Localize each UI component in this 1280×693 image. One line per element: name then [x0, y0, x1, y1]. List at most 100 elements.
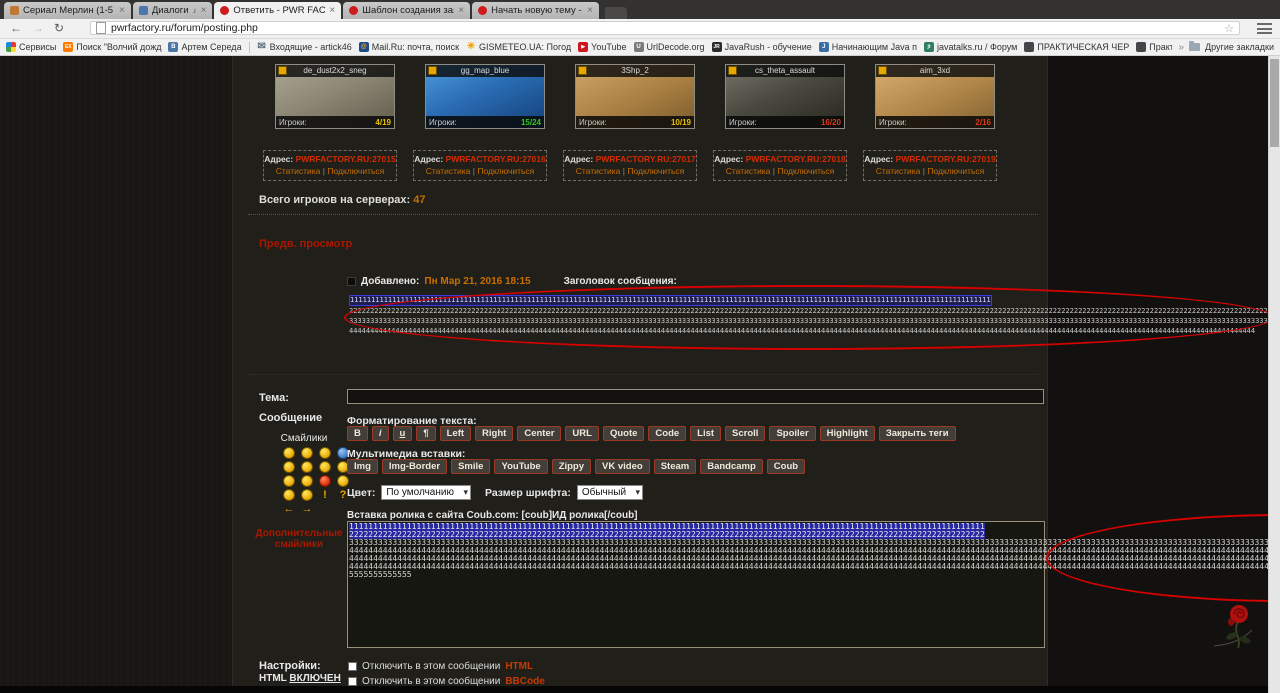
- url-text[interactable]: pwrfactory.ru/forum/posting.php: [111, 22, 1219, 34]
- format-button[interactable]: List: [690, 426, 721, 441]
- format-button[interactable]: URL: [565, 426, 599, 441]
- media-button[interactable]: Steam: [654, 459, 697, 474]
- tab-close-icon[interactable]: ×: [587, 6, 593, 16]
- server-links: Статистика | Подключиться: [564, 166, 696, 176]
- browser-tab[interactable]: Шаблон создания заявк×: [343, 2, 470, 19]
- topic-input[interactable]: [347, 389, 1044, 404]
- forward-icon[interactable]: →: [32, 21, 44, 35]
- disable-checkbox[interactable]: [348, 662, 357, 671]
- format-button[interactable]: ¶: [416, 426, 435, 441]
- stats-link[interactable]: Статистика: [576, 166, 621, 176]
- preview-line: 3333333333333333333333333333333333333333…: [349, 316, 1280, 326]
- format-button[interactable]: u: [393, 426, 413, 441]
- smiley-icon[interactable]: [283, 475, 295, 487]
- format-button[interactable]: Left: [440, 426, 471, 441]
- smiley-icon[interactable]: [319, 461, 331, 473]
- stats-link[interactable]: Статистика: [726, 166, 771, 176]
- media-button[interactable]: Img: [347, 459, 378, 474]
- smiley-icon[interactable]: [301, 447, 313, 459]
- bookmark-item[interactable]: @Mail.Ru: почта, поиск: [359, 42, 459, 52]
- format-button[interactable]: Highlight: [820, 426, 875, 441]
- browser-tab[interactable]: Ответить - PWR FACTOR×: [214, 2, 341, 19]
- browser-toolbar: ← → ↻ pwrfactory.ru/forum/posting.php ☆: [0, 19, 1280, 39]
- stats-link[interactable]: Статистика: [276, 166, 321, 176]
- smiley-icon[interactable]: [301, 489, 313, 501]
- bookmark-item[interactable]: Сервисы: [6, 42, 56, 52]
- smiley-arrow-right-icon[interactable]: →: [301, 503, 313, 515]
- connect-link[interactable]: Подключиться: [477, 166, 534, 176]
- bookmarks-overflow-icon[interactable]: »: [1178, 42, 1184, 53]
- browser-tab[interactable]: Диалоги♪×: [133, 2, 213, 19]
- media-button[interactable]: Img-Border: [382, 459, 447, 474]
- players-bar: Игроки:2/16: [876, 116, 994, 128]
- format-button[interactable]: Quote: [603, 426, 644, 441]
- bookmark-star-icon[interactable]: ☆: [1224, 22, 1234, 35]
- media-button[interactable]: VK video: [595, 459, 650, 474]
- format-button[interactable]: i: [372, 426, 389, 441]
- page-scrollbar[interactable]: [1268, 56, 1280, 693]
- bookmark-item[interactable]: ПРАКТИЧЕСКАЯ ЧЕР: [1024, 42, 1129, 52]
- browser-tab[interactable]: Начать новую тему - PW×: [472, 2, 599, 19]
- connect-link[interactable]: Подключиться: [327, 166, 384, 176]
- browser-tab[interactable]: Сериал Мерлин (1-5 сез×: [4, 2, 131, 19]
- tab-close-icon[interactable]: ×: [201, 6, 207, 16]
- bookmark-item[interactable]: BАртем Середа: [168, 42, 241, 52]
- smiley-icon[interactable]: [283, 461, 295, 473]
- menu-icon[interactable]: [1257, 23, 1272, 34]
- bookmark-item[interactable]: JRJavaRush - обучение: [712, 42, 812, 52]
- color-select[interactable]: По умолчанию: [381, 485, 471, 500]
- format-button[interactable]: Code: [648, 426, 686, 441]
- server-card: 3Shp_2Игроки:10/19: [575, 64, 695, 129]
- scrollbar-thumb[interactable]: [1270, 59, 1279, 147]
- more-smilies-link[interactable]: Дополнительные смайлики: [246, 528, 352, 550]
- back-icon[interactable]: ←: [10, 21, 22, 35]
- bookmark-item[interactable]: ЕХПоиск "Волчий дожд: [63, 42, 161, 52]
- address-bar[interactable]: pwrfactory.ru/forum/posting.php ☆: [90, 21, 1240, 35]
- bookmark-item[interactable]: UUrlDecode.org: [634, 42, 705, 52]
- checkbox-tag: HTML: [505, 661, 533, 672]
- smiley-icon[interactable]: [319, 475, 331, 487]
- bookmark-item[interactable]: jtjavatalks.ru / Форум: [924, 42, 1017, 52]
- format-button[interactable]: Spoiler: [769, 426, 815, 441]
- connect-link[interactable]: Подключиться: [627, 166, 684, 176]
- disable-checkbox[interactable]: [348, 677, 357, 686]
- smiley-icon[interactable]: [283, 489, 295, 501]
- tab-close-icon[interactable]: ×: [329, 6, 335, 16]
- stats-link[interactable]: Статистика: [876, 166, 921, 176]
- format-button[interactable]: B: [347, 426, 368, 441]
- bookmark-item[interactable]: ▶YouTube: [578, 42, 626, 52]
- smiley-exclaim-icon[interactable]: !: [319, 489, 331, 501]
- tab-close-icon[interactable]: ×: [458, 6, 464, 16]
- format-button[interactable]: Center: [517, 426, 561, 441]
- smiley-arrow-left-icon[interactable]: ←: [283, 503, 295, 515]
- media-button[interactable]: Smile: [451, 459, 490, 474]
- format-button[interactable]: Scroll: [725, 426, 765, 441]
- smiley-icon[interactable]: [283, 447, 295, 459]
- bookmark-item[interactable]: ✉Входящие - artick46: [257, 42, 352, 52]
- bookmark-item[interactable]: ☀GISMETEO.UA: Погод: [466, 42, 571, 52]
- stats-link[interactable]: Статистика: [426, 166, 471, 176]
- media-button[interactable]: Coub: [767, 459, 805, 474]
- size-select[interactable]: Обычный: [577, 485, 643, 500]
- tab-close-icon[interactable]: ×: [119, 6, 125, 16]
- smiley-icon[interactable]: [301, 475, 313, 487]
- reload-icon[interactable]: ↻: [54, 21, 64, 35]
- other-bookmarks-label[interactable]: Другие закладки: [1205, 42, 1274, 52]
- tab-audio-icon: ♪: [193, 6, 197, 15]
- smiley-icon[interactable]: [319, 447, 331, 459]
- bookmark-item[interactable]: Практическая Черна: [1136, 42, 1172, 52]
- connect-link[interactable]: Подключиться: [777, 166, 834, 176]
- format-button[interactable]: Right: [475, 426, 513, 441]
- format-button[interactable]: Закрыть теги: [879, 426, 956, 441]
- jr-icon: JR: [712, 42, 722, 52]
- media-button[interactable]: Zippy: [552, 459, 591, 474]
- media-button[interactable]: Bandcamp: [700, 459, 763, 474]
- connect-link[interactable]: Подключиться: [927, 166, 984, 176]
- bookmark-item[interactable]: JНачинающим Java п: [819, 42, 917, 52]
- server-address-row: Адрес: PWRFACTORY.RU:27015Статистика | П…: [263, 150, 997, 181]
- media-button[interactable]: YouTube: [494, 459, 547, 474]
- message-textarea[interactable]: [347, 521, 1045, 648]
- tab-favicon-icon: [139, 6, 148, 15]
- smiley-icon[interactable]: [301, 461, 313, 473]
- new-tab-button[interactable]: [605, 7, 627, 19]
